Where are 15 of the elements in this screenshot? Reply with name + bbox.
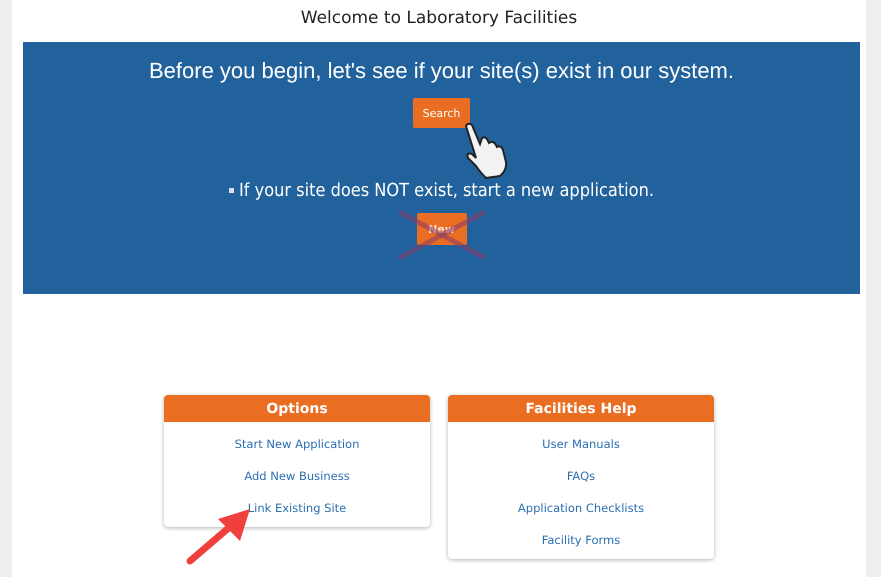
card-link[interactable]: FAQs	[566, 467, 596, 485]
card-link[interactable]: User Manuals	[542, 435, 620, 453]
card-link[interactable]: Start New Application	[234, 435, 360, 453]
banner-heading: Before you begin, let's see if your site(s) exist in our system.	[149, 58, 734, 84]
page-title: Welcome to Laboratory Facilities	[300, 8, 578, 28]
cross-mark-icon	[396, 209, 486, 261]
search-button[interactable]: Search	[412, 98, 470, 128]
card-link[interactable]: Link Existing Site	[248, 499, 346, 517]
card-link[interactable]: Add New Business	[244, 467, 350, 485]
card-link[interactable]: Facility Forms	[542, 531, 620, 549]
card-link[interactable]: Application Checklists	[518, 499, 644, 517]
card-title: Options	[266, 400, 328, 416]
note-text: If your site does NOT exist, start a new application.	[239, 180, 654, 201]
bullet-icon	[229, 188, 234, 193]
card-title: Facilities Help	[525, 400, 637, 416]
